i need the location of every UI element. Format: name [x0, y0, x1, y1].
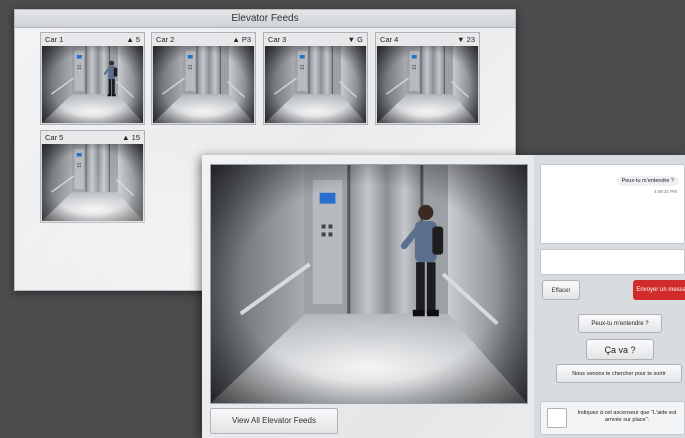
feed-tile-car-5[interactable]: Car 5 ▲ 15 — [40, 130, 145, 223]
chat-log: Peux-tu m'entendre ? 4:09:31 PM — [540, 164, 685, 244]
quick-reply-are-you-ok[interactable]: Ça va ? — [586, 339, 654, 360]
feed-thumbnail — [153, 46, 254, 123]
feed-thumbnail — [265, 46, 366, 123]
clear-button[interactable]: Effacer — [542, 280, 580, 300]
feed-tile-car-3[interactable]: Car 3 ▼ G — [263, 32, 368, 125]
tile-car-label: Car 2 — [156, 35, 175, 44]
tile-car-label: Car 1 — [45, 35, 64, 44]
tile-car-label: Car 3 — [268, 35, 287, 44]
view-all-feeds-button[interactable]: View All Elevator Feeds — [210, 408, 338, 434]
feed-tile-car-1[interactable]: Car 1 ▲ 5 — [40, 32, 145, 125]
send-message-button[interactable]: Envoyer un message — [633, 280, 685, 300]
help-arrived-checkbox[interactable] — [547, 408, 567, 428]
feed-thumbnail — [42, 46, 143, 123]
message-timestamp: 4:09:31 PM — [653, 189, 677, 194]
tile-floor-status: ▲ 15 — [122, 133, 140, 142]
tile-floor-status: ▼ G — [347, 35, 363, 44]
tile-floor-status: ▲ P3 — [232, 35, 251, 44]
elevator-detail-window: View All Elevator Feeds Peux-tu m'entend… — [202, 155, 685, 438]
quick-reply-can-you-hear-me[interactable]: Peux-tu m'entendre ? — [578, 314, 662, 333]
tile-floor-status: ▼ 23 — [457, 35, 475, 44]
tile-car-label: Car 4 — [380, 35, 399, 44]
feed-tile-car-2[interactable]: Car 2 ▲ P3 — [151, 32, 256, 125]
tile-floor-status: ▲ 5 — [126, 35, 140, 44]
feeds-window-title: Elevator Feeds — [15, 10, 515, 28]
chat-message: Peux-tu m'entendre ? — [616, 176, 679, 186]
message-input[interactable] — [540, 249, 685, 275]
feed-thumbnail — [42, 144, 143, 221]
feed-tile-car-4[interactable]: Car 4 ▼ 23 — [375, 32, 480, 125]
chat-panel: Peux-tu m'entendre ? 4:09:31 PM Effacer … — [534, 155, 685, 438]
tile-car-label: Car 5 — [45, 133, 64, 142]
quick-reply-coming-to-get-you[interactable]: Nous venons te chercher pour te sortir — [556, 364, 682, 383]
help-arrived-row: Indiquez à cet ascenseur que "L'aide est… — [540, 401, 685, 435]
live-camera-feed — [210, 164, 528, 404]
feed-thumbnail — [377, 46, 478, 123]
help-arrived-label: Indiquez à cet ascenseur que "L'aide est… — [577, 410, 677, 423]
